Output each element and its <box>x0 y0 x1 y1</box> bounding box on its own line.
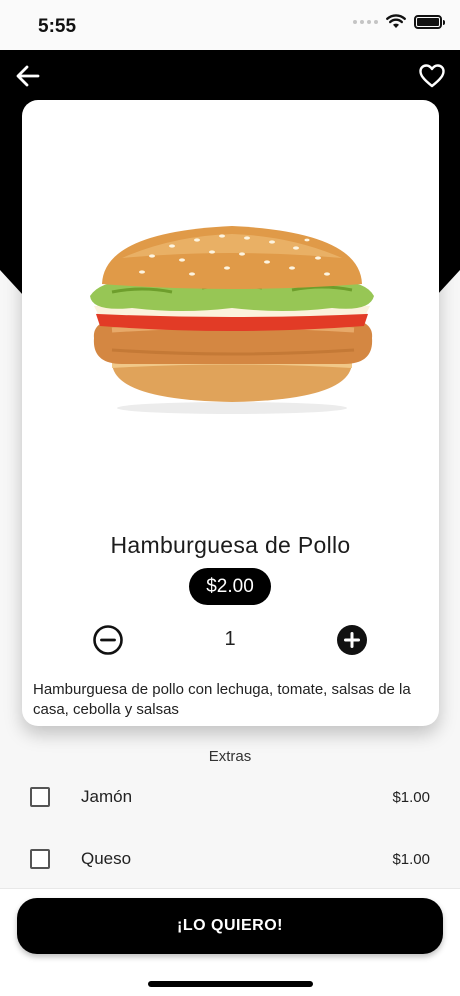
minus-circle-icon <box>93 625 123 655</box>
favorite-button[interactable] <box>418 62 446 90</box>
chicken-burger-image <box>90 226 374 414</box>
plus-circle-icon <box>337 625 367 655</box>
extra-name: Queso <box>81 849 132 868</box>
extra-price: $1.00 <box>392 788 430 806</box>
signal-icon <box>353 19 378 24</box>
status-bar: 5:55 <box>0 0 460 50</box>
product-description: Hamburguesa de pollo con lechuga, tomate… <box>33 681 411 718</box>
extra-checkbox[interactable] <box>30 849 50 869</box>
battery-icon <box>414 14 445 29</box>
product-card: Hamburguesa de Pollo $2.00 1 Hamburguesa… <box>22 100 439 726</box>
extra-item[interactable]: Jamón $1.00 <box>0 777 460 817</box>
extra-checkbox[interactable] <box>30 787 50 807</box>
arrow-left-icon <box>16 65 40 87</box>
back-button[interactable] <box>14 64 42 88</box>
add-to-order-button[interactable]: ¡LO QUIERO! <box>17 898 443 954</box>
heart-outline-icon <box>419 64 445 88</box>
status-icons <box>353 14 445 29</box>
extra-price: $1.00 <box>392 850 430 868</box>
quantity-value: 1 <box>224 628 236 650</box>
price-badge: $2.00 <box>189 568 271 605</box>
extras-title: Extras <box>208 748 252 765</box>
decrease-quantity-button[interactable] <box>92 624 124 656</box>
product-name: Hamburguesa de Pollo <box>110 532 351 558</box>
extra-name: Jamón <box>81 787 133 806</box>
increase-quantity-button[interactable] <box>336 624 368 656</box>
home-indicator <box>148 981 313 987</box>
extra-item[interactable]: Queso $1.00 <box>0 839 460 879</box>
wifi-icon <box>386 14 406 28</box>
status-time: 5:55 <box>38 16 77 37</box>
